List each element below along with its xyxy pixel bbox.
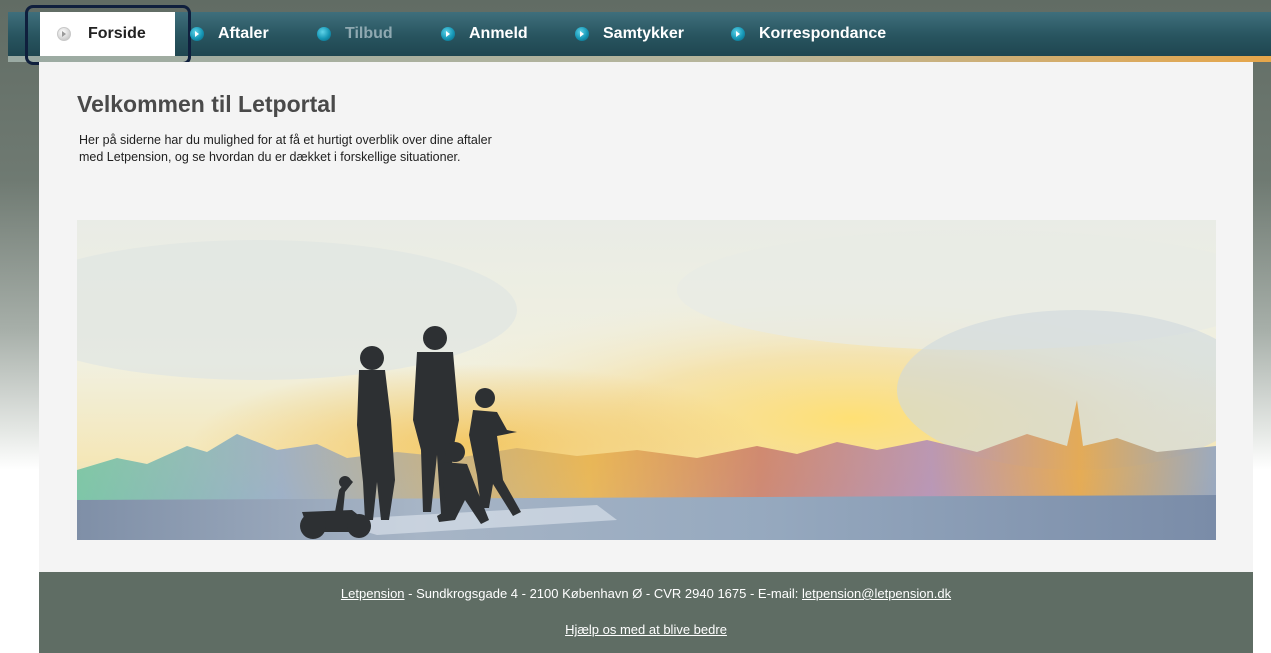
footer-feedback-line: Hjælp os med at blive bedre — [39, 622, 1253, 637]
intro-text: Her på siderne har du mulighed for at få… — [79, 132, 639, 166]
footer-address: - Sundkrogsgade 4 - 2100 København Ø - C… — [404, 586, 802, 601]
nav-tab-label: Anmeld — [469, 25, 528, 42]
intro-line: med Letpension, og se hvordan du er dækk… — [79, 150, 461, 164]
arrow-bullet-icon — [441, 27, 455, 41]
family-banner-image — [77, 220, 1216, 540]
nav-tab-samtykker[interactable]: Samtykker — [575, 12, 684, 56]
bullet-icon — [317, 27, 331, 41]
arrow-bullet-icon — [731, 27, 745, 41]
nav-tab-label: Tilbud — [345, 25, 393, 42]
nav-tab-aftaler[interactable]: Aftaler — [190, 12, 269, 56]
focus-highlight — [25, 5, 191, 65]
nav-tab-korrespondance[interactable]: Korrespondance — [731, 12, 886, 56]
page-title: Velkommen til Letportal — [77, 91, 337, 117]
nav-tab-label: Korrespondance — [759, 25, 887, 42]
email-link[interactable]: letpension@letpension.dk — [802, 586, 951, 601]
feedback-link[interactable]: Hjælp os med at blive bedre — [565, 622, 727, 637]
arrow-bullet-icon — [190, 27, 204, 41]
nav-tab-label: Samtykker — [603, 25, 684, 42]
footer: Letpension - Sundkrogsgade 4 - 2100 Købe… — [39, 572, 1253, 653]
nav-tab-anmeld[interactable]: Anmeld — [441, 12, 528, 56]
nav-tab-tilbud[interactable]: Tilbud — [317, 12, 393, 56]
nav-tab-label: Aftaler — [218, 25, 269, 42]
arrow-bullet-icon — [575, 27, 589, 41]
company-link[interactable]: Letpension — [341, 586, 405, 601]
intro-line: Her på siderne har du mulighed for at få… — [79, 133, 492, 147]
footer-contact-line: Letpension - Sundkrogsgade 4 - 2100 Købe… — [39, 586, 1253, 601]
